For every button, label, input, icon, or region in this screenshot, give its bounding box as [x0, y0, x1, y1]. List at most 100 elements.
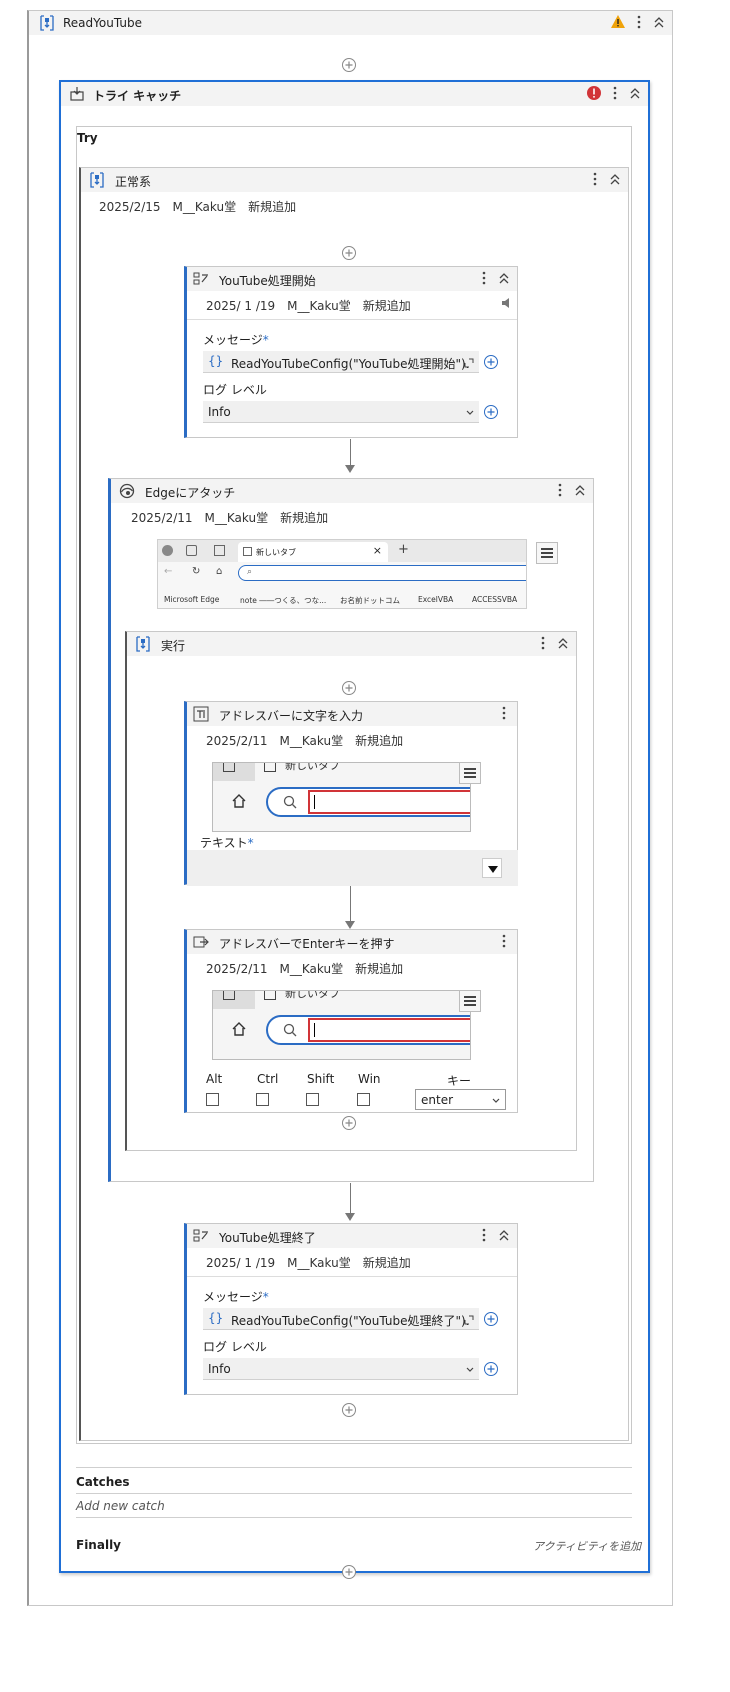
add-activity-link[interactable]: アクティビティを追加 — [533, 1538, 641, 1554]
workspaces-icon — [186, 545, 197, 556]
log-level-label: ログ レベル — [203, 1340, 267, 1354]
type-into-header[interactable]: アドレスバーに文字を入力 — [187, 702, 517, 726]
more-options-icon[interactable] — [608, 85, 622, 101]
browser-tab: 新しいタブ × — [238, 542, 388, 562]
do-sequence-header[interactable]: 実行 — [127, 632, 576, 656]
sequence-icon — [39, 15, 55, 31]
add-argument-plus-icon[interactable] — [483, 404, 499, 420]
target-screenshot-thumbnail: 新しいタブ — [212, 762, 471, 832]
tab-icon — [264, 991, 276, 1000]
add-catch-input[interactable]: Add new catch — [76, 1499, 165, 1513]
home-icon — [231, 793, 247, 809]
message-input[interactable]: {} ReadYouTubeConfig("YouTube処理終了"). — [203, 1308, 479, 1330]
tab-icon — [264, 763, 276, 772]
shift-checkbox[interactable] — [306, 1093, 319, 1106]
collapse-icon[interactable] — [497, 270, 511, 286]
edge-browser-icon — [119, 483, 135, 499]
type-into-title: アドレスバーに文字を入力 — [219, 709, 364, 723]
log-level-value: Info — [208, 405, 231, 419]
text-input[interactable] — [187, 850, 518, 886]
try-catch-header[interactable]: トライ キャッチ — [61, 82, 648, 106]
add-activity-plus-icon[interactable] — [341, 1402, 357, 1418]
send-hotkey-activity[interactable]: アドレスバーでEnterキーを押す 2025/2/11 M__Kaku堂 新規追… — [184, 929, 518, 1113]
home-icon — [231, 1021, 247, 1037]
log-end-title: YouTube処理終了 — [219, 1231, 316, 1245]
add-argument-plus-icon[interactable] — [483, 1311, 499, 1327]
more-options-icon[interactable] — [553, 482, 567, 498]
log-end-activity[interactable]: YouTube処理終了 2025/ 1 /19 M__Kaku堂 新規追加 メッ… — [184, 1223, 518, 1395]
expand-icon[interactable] — [464, 1314, 474, 1325]
add-activity-plus-icon[interactable] — [341, 1115, 357, 1131]
flow-connector — [350, 886, 351, 921]
bookmarks-bar: Microsoft Edge note ――つくる、つな... お名前ドットコム… — [160, 595, 526, 608]
page-icon — [243, 547, 252, 556]
more-options-icon[interactable] — [477, 270, 491, 286]
refresh-icon: ↻ — [192, 566, 201, 577]
collapse-icon[interactable] — [497, 1227, 511, 1243]
target-menu-button[interactable] — [536, 542, 558, 564]
collapse-icon[interactable] — [573, 482, 587, 498]
normal-sequence-header[interactable]: 正常系 — [81, 168, 628, 192]
dropdown-arrow-icon[interactable] — [482, 858, 502, 878]
target-menu-button[interactable] — [459, 762, 481, 784]
ctrl-checkbox[interactable] — [256, 1093, 269, 1106]
type-into-icon — [193, 706, 209, 722]
log-level-select[interactable]: Info — [203, 401, 479, 423]
profile-icon — [162, 545, 173, 556]
collapse-icon[interactable] — [628, 85, 642, 101]
tab-title: 新しいタブ — [256, 548, 296, 557]
add-activity-plus-icon[interactable] — [341, 57, 357, 73]
send-hotkey-header[interactable]: アドレスバーでEnterキーを押す — [187, 930, 517, 954]
alt-checkbox[interactable] — [206, 1093, 219, 1106]
key-value: enter — [421, 1093, 454, 1107]
add-argument-plus-icon[interactable] — [483, 354, 499, 370]
log-end-header[interactable]: YouTube処理終了 — [187, 1224, 517, 1248]
log-start-annotation: 2025/ 1 /19 M__Kaku堂 新規追加 — [206, 299, 411, 313]
win-checkbox[interactable] — [357, 1093, 370, 1106]
add-activity-plus-icon[interactable] — [341, 1564, 357, 1580]
expression-icon: {} — [208, 1311, 224, 1325]
collapse-icon[interactable] — [652, 14, 666, 30]
attach-browser-header[interactable]: Edgeにアタッチ — [111, 479, 593, 503]
error-icon[interactable] — [586, 85, 602, 101]
browser-screenshot-thumbnail: 新しいタブ × + ← ↻ ⌂ ⌕ Microsoft Edge note ――… — [157, 539, 527, 609]
log-level-select[interactable]: Info — [203, 1358, 479, 1380]
message-value: ReadYouTubeConfig("YouTube処理終了"). — [231, 1314, 470, 1328]
log-level-value: Info — [208, 1362, 231, 1376]
catches-label: Catches — [76, 1475, 130, 1489]
chevron-down-icon — [491, 1095, 501, 1105]
normal-sequence-title: 正常系 — [115, 175, 152, 189]
more-options-icon[interactable] — [497, 933, 511, 949]
type-into-activity[interactable]: アドレスバーに文字を入力 2025/2/11 M__Kaku堂 新規追加 新しい… — [184, 701, 518, 886]
expand-icon[interactable] — [464, 357, 474, 368]
send-hotkey-icon — [193, 934, 209, 950]
collapse-icon[interactable] — [608, 171, 622, 187]
warning-icon[interactable] — [610, 14, 626, 30]
workflow-title: ReadYouTube — [63, 16, 142, 30]
log-start-activity[interactable]: YouTube処理開始 2025/ 1 /19 M__Kaku堂 新規追加 メッ… — [184, 266, 518, 438]
log-start-title: YouTube処理開始 — [219, 274, 316, 288]
log-end-annotation: 2025/ 1 /19 M__Kaku堂 新規追加 — [206, 1256, 411, 1270]
log-start-header[interactable]: YouTube処理開始 — [187, 267, 517, 291]
bookmark-item: note ――つくる、つな... — [240, 596, 327, 605]
add-activity-plus-icon[interactable] — [341, 680, 357, 696]
more-options-icon[interactable] — [497, 705, 511, 721]
target-screenshot-thumbnail: 新しいタブ — [212, 990, 471, 1060]
key-select[interactable]: enter — [415, 1089, 506, 1110]
more-options-icon[interactable] — [588, 171, 602, 187]
more-options-icon[interactable] — [536, 635, 550, 651]
add-argument-plus-icon[interactable] — [483, 1361, 499, 1377]
selected-target-highlight — [308, 790, 470, 814]
target-menu-button[interactable] — [459, 990, 481, 1012]
message-input[interactable]: {} ReadYouTubeConfig("YouTube処理開始"). — [203, 351, 479, 373]
workflow-header[interactable]: ReadYouTube — [29, 11, 672, 35]
more-options-icon[interactable] — [477, 1227, 491, 1243]
address-bar — [266, 1015, 470, 1045]
more-options-icon[interactable] — [632, 14, 646, 30]
log-level-label: ログ レベル — [203, 383, 267, 397]
log-message-icon — [193, 1228, 209, 1244]
flow-connector — [350, 439, 351, 465]
collapse-icon[interactable] — [556, 635, 570, 651]
add-activity-plus-icon[interactable] — [341, 245, 357, 261]
ctrl-label: Ctrl — [257, 1072, 279, 1086]
